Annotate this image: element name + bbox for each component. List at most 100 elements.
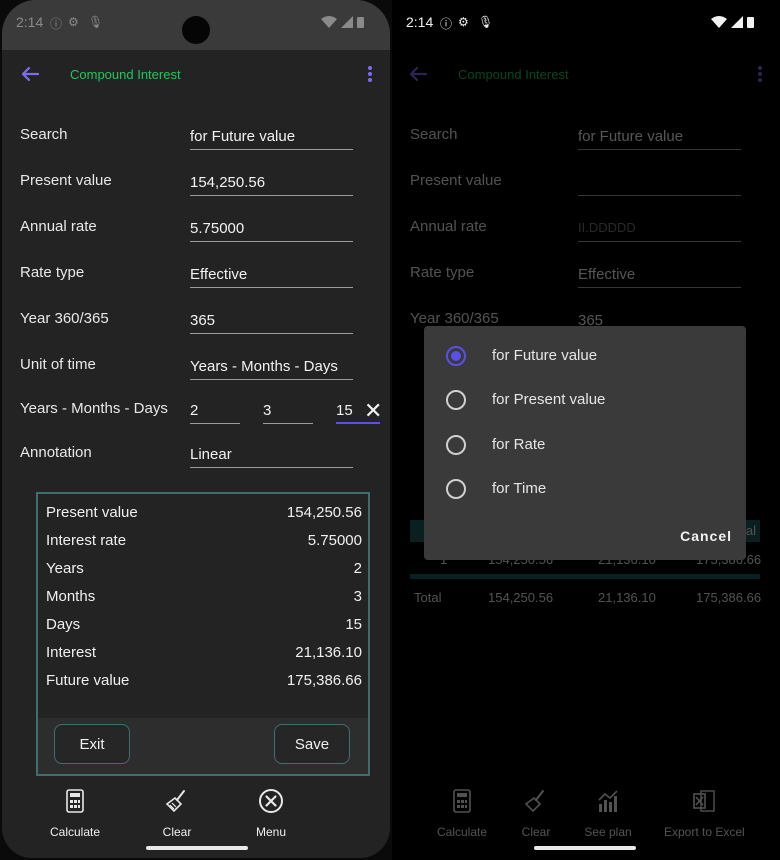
search-label: Search bbox=[410, 126, 458, 143]
unit-of-time-label: Unit of time bbox=[20, 356, 96, 373]
present-value-label: Present value bbox=[410, 172, 502, 189]
back-arrow-icon bbox=[409, 66, 428, 82]
result-key: Present value bbox=[46, 504, 138, 521]
annual-rate-label: Annual rate bbox=[20, 218, 97, 235]
option-label: for Future value bbox=[492, 347, 598, 364]
option-rate[interactable]: for Rate bbox=[446, 433, 736, 457]
years-field[interactable]: 2 bbox=[190, 402, 240, 424]
nav-clear[interactable]: Clear bbox=[518, 784, 554, 839]
save-button[interactable]: Save bbox=[274, 724, 350, 764]
cancel-button[interactable]: Cancel bbox=[680, 528, 732, 544]
battery-icon bbox=[357, 17, 364, 28]
annual-rate-row: Annual rate II.DDDDD bbox=[410, 218, 760, 258]
ymd-row: Years - Months - Days 2 3 15 ✕ bbox=[20, 398, 382, 440]
results-card: Present value 154,250.56 Interest rate 5… bbox=[36, 492, 370, 776]
option-future-value[interactable]: for Future value bbox=[446, 344, 736, 368]
nav-calculate[interactable]: Calculate bbox=[30, 784, 120, 839]
option-label: for Rate bbox=[492, 436, 546, 453]
left-screen: 2:14 ⓘ ⚙ 🎙 Compound Interest Search for … bbox=[2, 0, 390, 858]
radio-unselected[interactable] bbox=[446, 479, 466, 499]
nav-clear-label: Clear bbox=[162, 825, 192, 839]
camera-cutout bbox=[182, 16, 210, 44]
rate-type-row: Rate type Effective bbox=[410, 264, 760, 304]
radio-unselected[interactable] bbox=[446, 435, 466, 455]
annotation-row: Annotation Linear bbox=[20, 444, 380, 484]
option-label: for Time bbox=[492, 480, 547, 497]
back-arrow-icon[interactable] bbox=[18, 62, 42, 86]
search-row: Search for Future value bbox=[20, 126, 380, 166]
present-value-row: Present value bbox=[410, 172, 760, 212]
home-indicator[interactable] bbox=[146, 846, 248, 850]
result-value: 175,386.66 bbox=[286, 672, 362, 689]
result-value: 154,250.56 bbox=[286, 504, 362, 521]
right-screen: 2:14 ⓘ ⚙ 🎙 Compound Interest Search for … bbox=[392, 0, 780, 860]
nav-menu-label: Menu bbox=[255, 825, 287, 839]
search-row: Search for Future value bbox=[410, 126, 760, 166]
wifi-icon bbox=[321, 16, 337, 28]
annotation-field[interactable]: Linear bbox=[190, 446, 353, 468]
result-row: Present value 154,250.56 bbox=[46, 504, 362, 524]
result-row: Days 15 bbox=[46, 616, 362, 636]
status-time: 2:14 bbox=[406, 14, 434, 30]
radio-unselected[interactable] bbox=[446, 390, 466, 410]
result-value: 15 bbox=[345, 616, 362, 633]
calculator-icon bbox=[453, 789, 471, 813]
result-row: Interest 21,136.10 bbox=[46, 644, 362, 664]
result-value: 3 bbox=[353, 588, 362, 605]
annual-rate-field[interactable]: 5.75000 bbox=[190, 220, 353, 242]
broom-icon bbox=[524, 790, 544, 813]
total-label: Total bbox=[414, 590, 442, 605]
clear-icon[interactable]: ✕ bbox=[364, 398, 382, 424]
nav-clear[interactable]: Clear bbox=[132, 784, 222, 839]
close-circle-icon bbox=[259, 789, 283, 813]
present-value-label: Present value bbox=[20, 172, 112, 189]
overflow-menu-icon[interactable] bbox=[364, 64, 376, 86]
nav-export-excel[interactable]: Export to Excel bbox=[664, 784, 745, 839]
settings-icon: ⚙ bbox=[458, 15, 469, 29]
nav-calculate-label: Calculate bbox=[49, 825, 101, 839]
rate-type-field[interactable]: Effective bbox=[190, 266, 353, 288]
search-mode-dialog: for Future value for Present value for R… bbox=[424, 326, 746, 560]
nav-menu[interactable]: Menu bbox=[226, 784, 316, 839]
chart-icon bbox=[598, 790, 618, 812]
result-key: Future value bbox=[46, 672, 130, 689]
app-title: Compound Interest bbox=[458, 67, 569, 82]
result-row: Months 3 bbox=[46, 588, 362, 608]
result-key: Years bbox=[46, 560, 84, 577]
unit-of-time-field[interactable]: Years - Months - Days bbox=[190, 358, 353, 380]
rate-type-field: Effective bbox=[578, 266, 741, 288]
ymd-label: Years - Months - Days bbox=[20, 400, 168, 417]
option-present-value[interactable]: for Present value bbox=[446, 388, 736, 412]
bottom-nav-right: Calculate Clear See plan Export to Excel bbox=[392, 784, 780, 844]
year-basis-label: Year 360/365 bbox=[20, 310, 109, 327]
annual-rate-row: Annual rate 5.75000 bbox=[20, 218, 380, 258]
year-basis-row: Year 360/365 365 bbox=[20, 310, 380, 350]
present-value-row: Present value 154,250.56 bbox=[20, 172, 380, 212]
search-field[interactable]: for Future value bbox=[190, 128, 353, 150]
signal-icon bbox=[731, 16, 743, 28]
overflow-menu-icon bbox=[754, 64, 766, 86]
total-cell: 154,250.56 bbox=[488, 590, 554, 605]
year-basis-label: Year 360/365 bbox=[410, 310, 499, 327]
exit-button[interactable]: Exit bbox=[54, 724, 130, 764]
search-label: Search bbox=[20, 126, 68, 143]
nav-calculate-label: Calculate bbox=[436, 825, 488, 839]
result-value: 5.75000 bbox=[307, 532, 362, 549]
card-footer: Exit Save bbox=[38, 718, 368, 774]
result-value: 21,136.10 bbox=[295, 644, 362, 661]
present-value-field[interactable]: 154,250.56 bbox=[190, 174, 353, 196]
months-field[interactable]: 3 bbox=[263, 402, 313, 424]
annual-rate-label: Annual rate bbox=[410, 218, 487, 235]
nav-calculate[interactable]: Calculate bbox=[436, 784, 488, 839]
result-row: Years 2 bbox=[46, 560, 362, 580]
annotation-label: Annotation bbox=[20, 444, 92, 461]
year-basis-field[interactable]: 365 bbox=[190, 312, 353, 334]
excel-icon bbox=[693, 790, 715, 812]
radio-selected[interactable] bbox=[446, 346, 466, 366]
status-bar: 2:14 ⓘ ⚙ 🎙 bbox=[2, 0, 390, 50]
nav-see-plan[interactable]: See plan bbox=[584, 784, 632, 839]
home-indicator[interactable] bbox=[534, 846, 636, 850]
option-time[interactable]: for Time bbox=[446, 477, 736, 501]
settings-icon: ⚙ bbox=[68, 15, 79, 29]
nav-export-label: Export to Excel bbox=[664, 825, 745, 839]
